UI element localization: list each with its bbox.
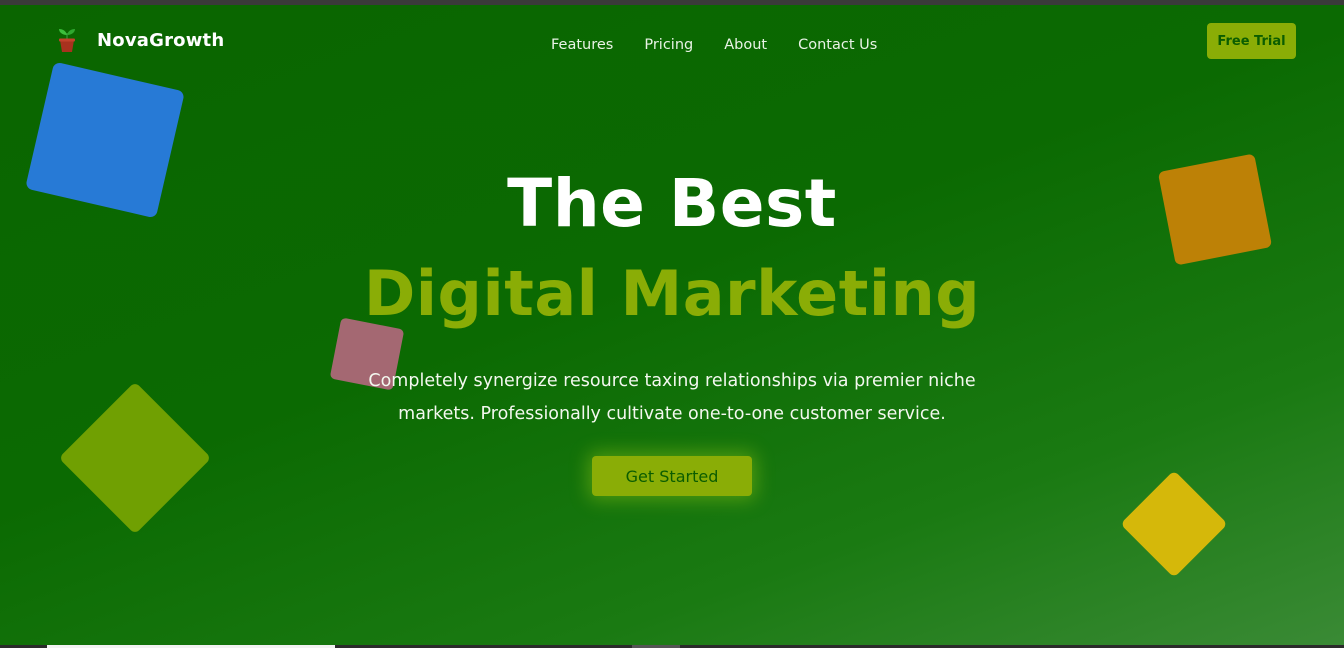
- nav-link-contact-us[interactable]: Contact Us: [798, 37, 877, 53]
- nav-link-about[interactable]: About: [724, 37, 767, 53]
- brand-name: NovaGrowth: [97, 29, 225, 51]
- hero-subtext: Completely synergize resource taxing rel…: [368, 371, 976, 424]
- main-nav: Features Pricing About Contact Us: [551, 37, 877, 53]
- potted-plant-icon: [59, 29, 75, 52]
- hero-headline-line2: Digital Marketing: [363, 257, 981, 330]
- get-started-button[interactable]: Get Started: [592, 456, 752, 496]
- hero-section: NovaGrowth Features Pricing About Contac…: [0, 5, 1344, 645]
- nav-link-pricing[interactable]: Pricing: [644, 37, 693, 53]
- decorative-yellow-diamond: [1120, 470, 1228, 578]
- brand-logo-link[interactable]: NovaGrowth: [56, 27, 224, 53]
- nav-link-features[interactable]: Features: [551, 37, 613, 53]
- free-trial-button[interactable]: Free Trial: [1207, 23, 1296, 59]
- decorative-olive-diamond: [58, 381, 212, 535]
- hero-headline-line1: The Best: [507, 165, 837, 242]
